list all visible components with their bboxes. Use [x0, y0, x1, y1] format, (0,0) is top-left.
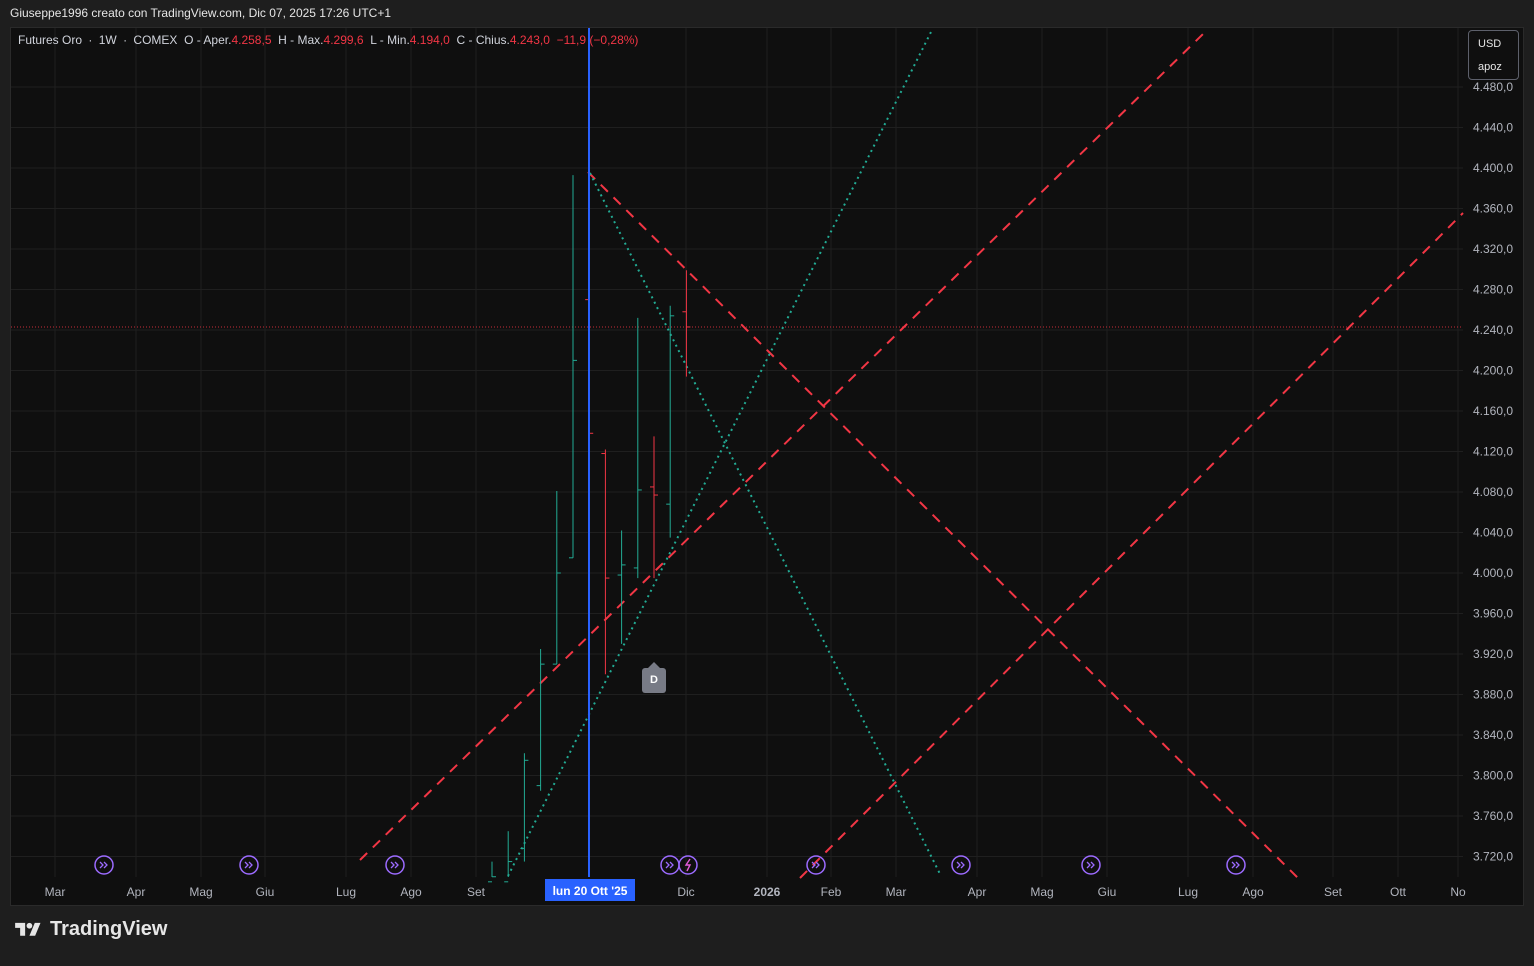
- x-tick-label: Giu: [1098, 885, 1117, 899]
- event-arrow-icon: [1086, 861, 1095, 869]
- legend-close-label: C - Chius.: [456, 33, 510, 47]
- y-tick-label: 4.440,0: [1473, 121, 1513, 135]
- currency-label: USD: [1478, 38, 1502, 50]
- x-tick-label: Mag: [189, 885, 212, 899]
- event-icon[interactable]: [660, 855, 680, 875]
- event-arrow-icon: [99, 861, 108, 869]
- dashed-trend-line[interactable]: [359, 33, 1204, 861]
- event-icon[interactable]: [951, 855, 971, 875]
- y-tick-label: 3.720,0: [1473, 850, 1513, 864]
- x-tick-label: Apr: [968, 885, 987, 899]
- event-icon[interactable]: [1226, 855, 1246, 875]
- legend-open-label: O - Aper.: [184, 33, 232, 47]
- y-tick-label: 4.280,0: [1473, 283, 1513, 297]
- legend-symbol: Futures Oro: [18, 33, 83, 47]
- y-tick-label: 4.200,0: [1473, 364, 1513, 378]
- x-tick-label: Ott: [1390, 885, 1407, 899]
- event-arrow-icon: [390, 861, 399, 869]
- y-tick-label: 4.120,0: [1473, 445, 1513, 459]
- event-arrow-icon: [244, 861, 253, 869]
- y-tick-label: 4.240,0: [1473, 323, 1513, 337]
- currency-unit-selector[interactable]: USD apoz: [1468, 30, 1519, 80]
- x-tick-label: Ago: [1242, 885, 1264, 899]
- y-tick-label: 4.040,0: [1473, 526, 1513, 540]
- x-tick-label: Set: [1324, 885, 1343, 899]
- y-tick-label: 4.360,0: [1473, 202, 1513, 216]
- event-arrow-icon: [1231, 861, 1240, 869]
- lightning-icon: [684, 858, 692, 872]
- x-tick-label: Lug: [1178, 885, 1198, 899]
- x-tick-label: Mar: [886, 885, 907, 899]
- x-tick-label: Set: [467, 885, 486, 899]
- x-tick-label: Lug: [336, 885, 356, 899]
- y-tick-label: 4.080,0: [1473, 485, 1513, 499]
- event-icon[interactable]: [239, 855, 259, 875]
- x-tick-label: Ago: [400, 885, 422, 899]
- symbol-legend: Futures Oro · 1W · COMEX O - Aper.4.258,…: [18, 33, 639, 47]
- legend-low-value: 4.194,0: [409, 33, 450, 47]
- dotted-trend-line[interactable]: [589, 172, 942, 877]
- tradingview-logo[interactable]: TradingView: [12, 918, 167, 941]
- event-arrow-icon: [956, 861, 965, 869]
- dashed-trend-line[interactable]: [799, 212, 1464, 879]
- y-tick-label: 4.000,0: [1473, 566, 1513, 580]
- x-tick-label: No: [1450, 885, 1466, 899]
- event-icon[interactable]: [385, 855, 405, 875]
- x-tick-label: Giu: [256, 885, 275, 899]
- x-tick-label: Dic: [677, 885, 694, 899]
- legend-high-label: H - Max.: [278, 33, 324, 47]
- y-tick-label: 4.160,0: [1473, 404, 1513, 418]
- dotted-trend-line[interactable]: [507, 29, 933, 877]
- unit-label: apoz: [1478, 61, 1502, 73]
- y-tick-label: 3.880,0: [1473, 688, 1513, 702]
- legend-close-value: 4.243,0: [509, 33, 550, 47]
- legend-low-label: L - Min.: [370, 33, 410, 47]
- event-icon[interactable]: [1081, 855, 1101, 875]
- x-tick-label: Mar: [45, 885, 66, 899]
- legend-high-value: 4.299,6: [323, 33, 364, 47]
- y-tick-label: 3.760,0: [1473, 809, 1513, 823]
- legend-interval: 1W: [98, 33, 117, 47]
- dividend-marker[interactable]: D: [642, 662, 666, 693]
- event-icon[interactable]: [94, 855, 114, 875]
- crosshair-date-label: lun 20 Ott '25: [545, 879, 635, 901]
- x-tick-label: Apr: [127, 885, 146, 899]
- dashed-trend-line[interactable]: [587, 171, 1301, 881]
- chart-svg[interactable]: 3.720,0 3.760,0 3.800,0 3.840,0 3.880,0 3.920…: [0, 0, 1534, 966]
- event-icon[interactable]: [806, 855, 826, 875]
- legend-open-value: 4.258,5: [231, 33, 272, 47]
- brand-name: TradingView: [50, 918, 168, 940]
- y-tick-label: 3.840,0: [1473, 728, 1513, 742]
- x-tick-label: 2026: [754, 885, 781, 899]
- y-tick-label: 3.800,0: [1473, 769, 1513, 783]
- legend-change-value: −11,9 (−0,28%): [556, 33, 639, 47]
- tradingview-logo-icon: [15, 922, 41, 936]
- y-tick-label: 3.960,0: [1473, 607, 1513, 621]
- y-tick-label: 3.920,0: [1473, 647, 1513, 661]
- y-tick-label: 4.320,0: [1473, 242, 1513, 256]
- x-tick-label: Feb: [821, 885, 842, 899]
- footer-bar: [0, 906, 1534, 966]
- legend-exchange: COMEX: [133, 33, 178, 47]
- y-tick-label: 4.400,0: [1473, 161, 1513, 175]
- y-tick-label: 4.480,0: [1473, 80, 1513, 94]
- event-arrow-icon: [665, 861, 674, 869]
- x-tick-label: Mag: [1030, 885, 1053, 899]
